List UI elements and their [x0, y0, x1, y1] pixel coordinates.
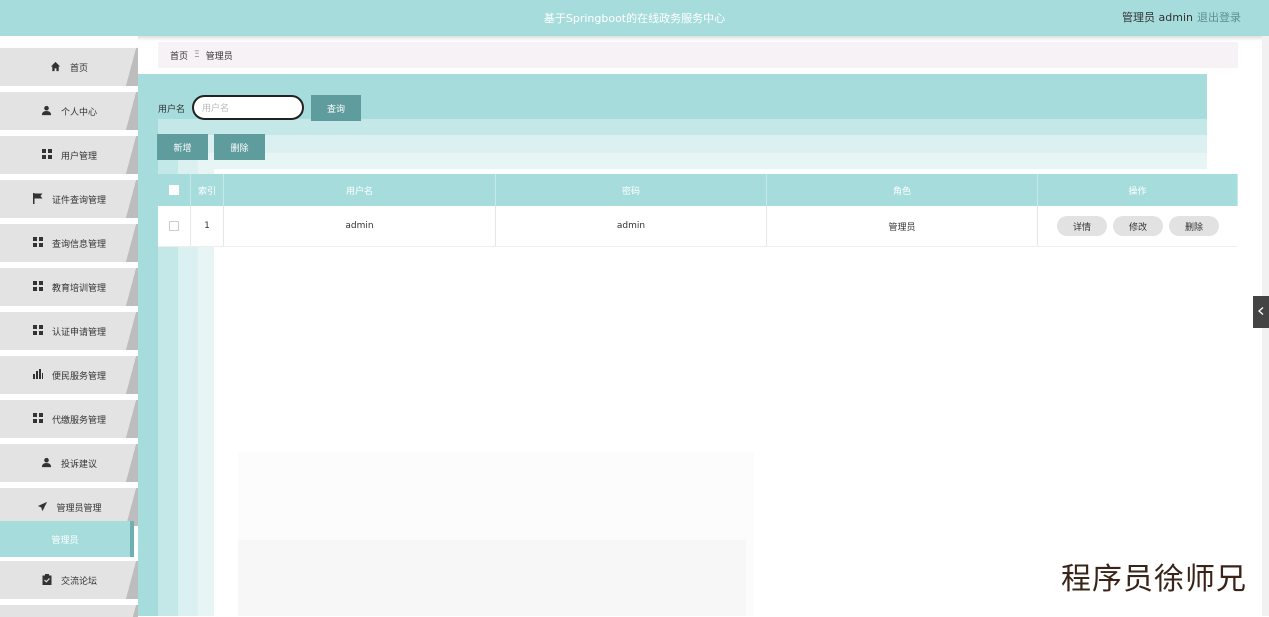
- add-button[interactable]: 新增: [157, 134, 208, 160]
- current-user-label: 管理员 admin: [1122, 11, 1193, 24]
- column-header-role: 角色: [767, 174, 1038, 206]
- send-icon: [36, 501, 48, 513]
- logout-link[interactable]: 退出登录: [1197, 9, 1241, 25]
- app-title: 基于Springboot的在线政务服务中心: [543, 12, 726, 25]
- grid-icon: [32, 237, 44, 249]
- flag-icon: [32, 193, 44, 205]
- column-header-actions: 操作: [1038, 174, 1238, 206]
- cell-username: admin: [224, 206, 496, 246]
- breadcrumb-current: 管理员: [205, 51, 233, 62]
- sidebar-item-query-info[interactable]: 查询信息管理: [0, 224, 138, 262]
- cell-index: 1: [191, 206, 224, 246]
- sidebar-item-payment[interactable]: 代缴服务管理: [0, 400, 138, 438]
- sidebar-item-education[interactable]: 教育培训管理: [0, 268, 138, 306]
- background-overlay: [238, 540, 746, 616]
- bar-chart-icon: [32, 369, 44, 381]
- sidebar-item-forum[interactable]: 交流论坛: [0, 561, 138, 599]
- sidebar-item-home[interactable]: 首页: [0, 48, 138, 86]
- grid-icon: [32, 325, 44, 337]
- table-header: 索引 用户名 密码 角色 操作: [158, 174, 1238, 206]
- cell-role: 管理员: [767, 206, 1038, 246]
- sidebar-item-certification[interactable]: 认证申请管理: [0, 312, 138, 350]
- row-checkbox[interactable]: [169, 221, 179, 231]
- row-checkbox-cell: [158, 206, 191, 246]
- sidebar-item-label: 投诉建议: [60, 459, 97, 470]
- decor-stripe: [198, 153, 1207, 169]
- breadcrumb: 首页 Ξ 管理员: [158, 42, 1238, 68]
- column-header-index: 索引: [191, 174, 224, 206]
- admin-table: 索引 用户名 密码 角色 操作 1 admin admin 管理员 详情 修改 …: [158, 174, 1238, 247]
- cell-actions: 详情 修改 删除: [1038, 206, 1238, 246]
- cell-password: admin: [496, 206, 767, 246]
- sidebar-item-label: 首页: [69, 63, 88, 74]
- sidebar-item-label: 管理员管理: [56, 503, 102, 514]
- sidebar-item-complaints[interactable]: 投诉建议: [0, 444, 138, 482]
- select-all-checkbox[interactable]: [169, 185, 179, 195]
- table-row: 1 admin admin 管理员 详情 修改 删除: [158, 206, 1238, 247]
- user-icon: [41, 105, 53, 117]
- home-icon: [50, 61, 62, 73]
- chevron-left-icon: [1258, 306, 1264, 318]
- decor-stripe: [158, 119, 1207, 135]
- column-header-username: 用户名: [224, 174, 496, 206]
- sidebar-item-users[interactable]: 用户管理: [0, 136, 138, 174]
- sidebar-subitem-label: 管理员: [51, 535, 79, 546]
- top-bar: 基于Springboot的在线政务服务中心 管理员 admin 退出登录: [0, 0, 1269, 36]
- decor-column: [138, 119, 158, 616]
- sidebar-item-label: 认证申请管理: [51, 327, 106, 338]
- clipboard-icon: [41, 574, 53, 586]
- collapse-panel-tab[interactable]: [1253, 296, 1269, 328]
- sidebar-item-label: 教育培训管理: [51, 283, 106, 294]
- search-label: 用户名: [158, 105, 186, 115]
- sidebar: 首页 个人中心 用户管理 证件查询管理 查询信息管理 教育培训管理 认证申请管理…: [0, 36, 138, 617]
- batch-delete-button[interactable]: 删除: [214, 134, 265, 160]
- grid-icon: [41, 149, 53, 161]
- breadcrumb-home[interactable]: 首页: [170, 49, 188, 62]
- username-search-input[interactable]: [192, 95, 304, 120]
- user-icon: [41, 457, 53, 469]
- sidebar-item-label: 证件查询管理: [51, 195, 106, 206]
- decor-stripe: [178, 135, 1207, 153]
- sidebar-item-label: 查询信息管理: [51, 239, 106, 250]
- sidebar-item-certificate-query[interactable]: 证件查询管理: [0, 180, 138, 218]
- sidebar-item-label: 便民服务管理: [51, 371, 106, 382]
- column-header-password: 密码: [496, 174, 767, 206]
- sidebar-item-partial[interactable]: [0, 605, 138, 617]
- grid-icon: [32, 413, 44, 425]
- row-delete-button[interactable]: 删除: [1169, 216, 1219, 236]
- edit-button[interactable]: 修改: [1113, 216, 1163, 236]
- sidebar-item-label: 用户管理: [60, 151, 97, 162]
- query-button[interactable]: 查询: [311, 95, 361, 121]
- sidebar-item-label: 个人中心: [60, 107, 97, 118]
- watermark-text: 程序员徐师兄: [1061, 562, 1247, 597]
- sidebar-item-profile[interactable]: 个人中心: [0, 92, 138, 130]
- sidebar-subitem-admin[interactable]: 管理员: [0, 521, 134, 557]
- detail-button[interactable]: 详情: [1057, 216, 1107, 236]
- sidebar-item-label: 代缴服务管理: [51, 415, 106, 426]
- grid-icon: [32, 281, 44, 293]
- sidebar-item-label: 交流论坛: [60, 576, 97, 587]
- sidebar-item-convenience[interactable]: 便民服务管理: [0, 356, 138, 394]
- header-checkbox-cell: [158, 174, 191, 206]
- breadcrumb-separator: Ξ: [194, 50, 200, 60]
